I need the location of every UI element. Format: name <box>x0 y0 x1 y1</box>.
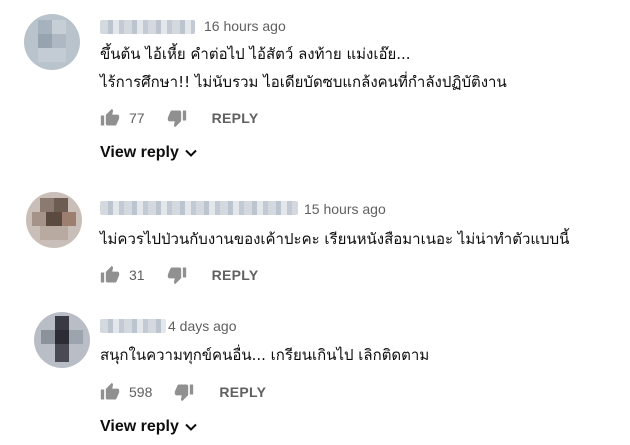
like-count: 31 <box>129 267 145 283</box>
chevron-down-icon <box>185 149 197 157</box>
avatar[interactable] <box>24 14 80 70</box>
timestamp[interactable]: 16 hours ago <box>204 18 286 34</box>
author-name[interactable] <box>100 20 195 34</box>
thumbs-up-icon[interactable] <box>100 382 120 402</box>
like-count: 77 <box>129 110 145 126</box>
avatar[interactable] <box>34 312 90 368</box>
timestamp[interactable]: 15 hours ago <box>304 201 386 217</box>
thumbs-down-icon[interactable] <box>174 382 194 402</box>
comment-actions: 31 REPLY <box>100 263 258 287</box>
view-reply-button[interactable]: View reply <box>100 418 198 436</box>
avatar[interactable] <box>26 192 82 248</box>
reply-button[interactable]: REPLY <box>219 384 266 400</box>
comment-text-line: ขึ้นต้น ไอ้เหี้ย คำต่อไป ไอ้สัตว์ ลงท้าย… <box>100 45 411 63</box>
timestamp[interactable]: 4 days ago <box>168 318 237 334</box>
reply-button[interactable]: REPLY <box>212 110 259 126</box>
thumbs-down-icon[interactable] <box>167 108 187 128</box>
reply-button[interactable]: REPLY <box>212 267 259 283</box>
like-count: 598 <box>129 384 153 400</box>
author-name[interactable] <box>100 201 298 215</box>
thumbs-up-icon[interactable] <box>100 108 120 128</box>
comment-actions: 77 REPLY <box>100 106 258 130</box>
comment-text-line: ไม่ควรไปป่วนกับงานของเค้าปะคะ เรียนหนังส… <box>100 230 570 248</box>
thumbs-down-icon[interactable] <box>167 265 187 285</box>
chevron-down-icon <box>185 423 197 431</box>
view-reply-label: View reply <box>100 144 179 161</box>
view-reply-label: View reply <box>100 418 179 435</box>
comment-actions: 598 REPLY <box>100 380 266 404</box>
author-name[interactable] <box>100 319 166 333</box>
comment-text-line: ไร้การศึกษา!! ไม่นับรวม ไอเดียบัดซบแกล้ง… <box>100 73 507 91</box>
view-reply-button[interactable]: View reply <box>100 144 198 162</box>
comment-text-line: สนุกในความทุกข์คนอื่น... เกรียนเกินไป เล… <box>100 346 430 364</box>
thumbs-up-icon[interactable] <box>100 265 120 285</box>
